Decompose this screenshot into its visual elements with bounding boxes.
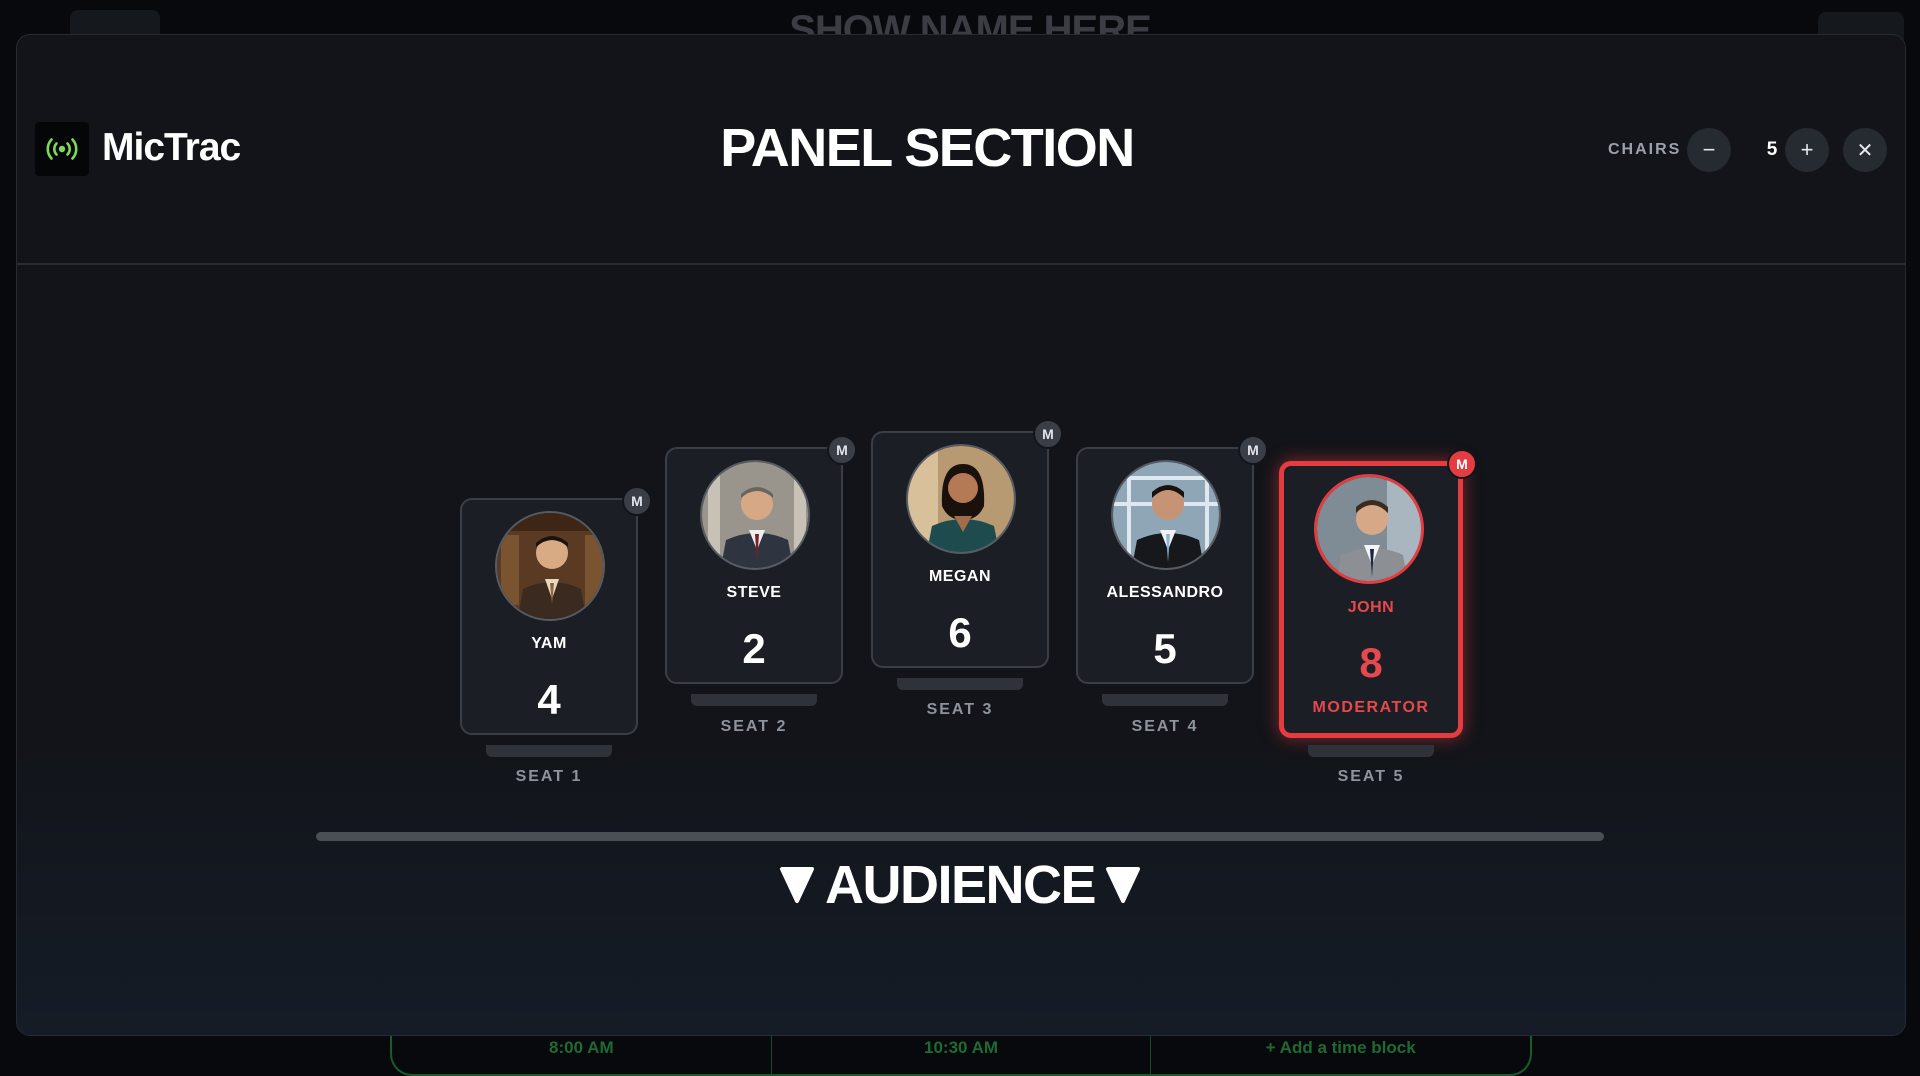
add-time-block-button: + Add a time block xyxy=(1265,1038,1416,1057)
audience-label: AUDIENCE xyxy=(824,855,1097,915)
increase-chairs-button[interactable]: + xyxy=(1785,128,1829,172)
seat-base xyxy=(1308,745,1434,757)
seat-card-2[interactable]: M STEVE 2 xyxy=(665,435,857,684)
mic-number: 4 xyxy=(537,676,561,723)
decrease-chairs-button[interactable]: − xyxy=(1687,128,1731,172)
timeline-cell: 8:00 AM xyxy=(392,1030,772,1074)
seat-label: SEAT 1 xyxy=(515,768,583,785)
seat-base xyxy=(691,694,817,706)
seat-card-4[interactable]: M ALESSANDRO 5 xyxy=(1076,435,1268,684)
page-title: PANEL SECTION xyxy=(720,118,1135,178)
seat-base xyxy=(897,678,1023,690)
moderator-toggle-badge[interactable]: M xyxy=(1238,435,1268,465)
timeline-cell: 10:30 AM xyxy=(772,1030,1152,1074)
plus-icon: + xyxy=(1800,137,1814,162)
chairs-label: CHAIRS xyxy=(1608,141,1682,158)
triangle-down-icon xyxy=(1106,867,1141,903)
mic-number: 8 xyxy=(1359,639,1383,686)
mic-number: 5 xyxy=(1153,625,1177,672)
mic-number: 2 xyxy=(742,625,766,672)
triangle-down-icon xyxy=(779,867,814,903)
participant-name: STEVE xyxy=(726,584,782,601)
seat-card-1[interactable]: M YAM 4 xyxy=(460,486,652,735)
seat-card-3[interactable]: M MEGAN 6 xyxy=(871,419,1063,668)
moderator-toggle-badge[interactable]: M xyxy=(622,486,652,516)
role-label: MODERATOR xyxy=(1312,699,1430,716)
participant-name: YAM xyxy=(531,635,567,652)
avatar xyxy=(1314,474,1424,584)
minus-icon: − xyxy=(1702,137,1716,162)
avatar xyxy=(700,460,810,570)
seat-label: SEAT 2 xyxy=(720,718,788,735)
modal-header: MicTrac PANEL SECTION CHAIRS − 5 + ✕ xyxy=(17,35,1905,265)
seat-card-5[interactable]: M JOHN 8 MODERATOR xyxy=(1279,449,1477,738)
mic-number: 6 xyxy=(948,609,972,656)
seat-label: SEAT 4 xyxy=(1131,718,1199,735)
seat-base xyxy=(486,745,612,757)
participant-name: JOHN xyxy=(1347,599,1395,616)
audience-indicator: AUDIENCE xyxy=(0,850,1920,920)
seat-label: SEAT 5 xyxy=(1337,768,1405,785)
participant-name: MEGAN xyxy=(928,568,992,585)
avatar xyxy=(495,511,605,621)
seat-label: SEAT 3 xyxy=(926,701,994,718)
avatar xyxy=(906,444,1016,554)
avatar xyxy=(1111,460,1221,570)
stage-edge xyxy=(316,832,1604,841)
background-timeline: 8:00 AM 10:30 AM + Add a time block xyxy=(390,1030,1532,1076)
moderator-toggle-badge[interactable]: M xyxy=(1033,419,1063,449)
close-icon: ✕ xyxy=(1856,139,1874,162)
seat-base xyxy=(1102,694,1228,706)
participant-name: ALESSANDRO xyxy=(1106,584,1224,601)
close-button[interactable]: ✕ xyxy=(1843,128,1887,172)
moderator-toggle-badge[interactable]: M xyxy=(1447,449,1477,479)
moderator-toggle-badge[interactable]: M xyxy=(827,435,857,465)
